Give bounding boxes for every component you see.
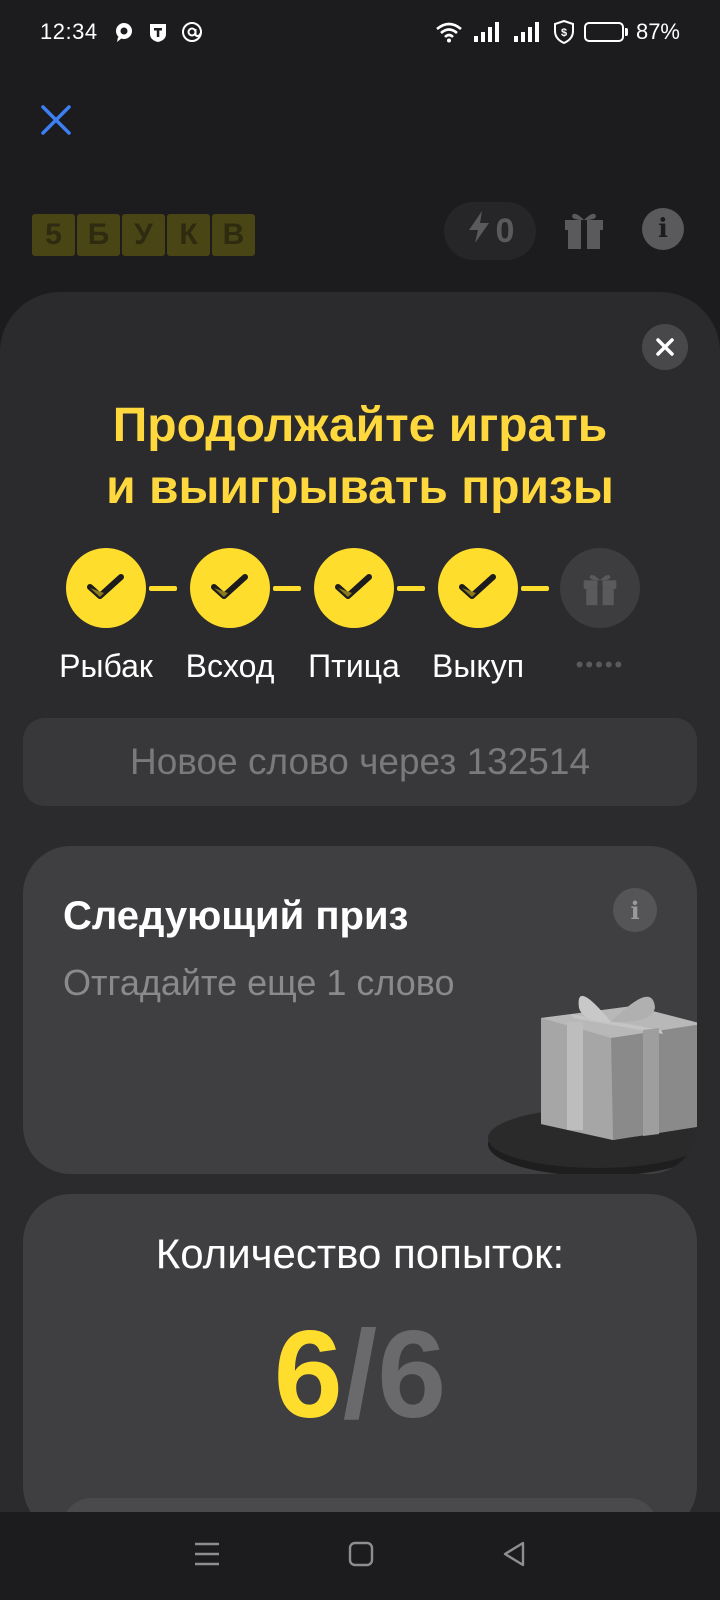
battery-icon xyxy=(583,22,628,42)
signal-icon xyxy=(472,20,504,44)
status-time: 12:34 xyxy=(40,19,98,44)
logo-letter-tile: К xyxy=(167,214,210,256)
step-completed xyxy=(438,548,518,628)
step-connector xyxy=(273,586,301,591)
sheet-title-line2: и выигрывать призы xyxy=(106,461,614,514)
info-icon[interactable]: i xyxy=(613,888,657,932)
attempts-value: 6/6 xyxy=(23,1304,697,1446)
vpn-shield-icon: $ xyxy=(552,20,576,44)
back-icon[interactable] xyxy=(501,1540,527,1573)
app-logo: 5БУКВ xyxy=(32,214,255,256)
step-completed xyxy=(66,548,146,628)
checkmark-icon xyxy=(459,574,496,599)
chat-bubble-icon xyxy=(112,20,136,44)
step-connector xyxy=(149,586,177,591)
battery-percent: 87% xyxy=(635,19,680,44)
attempts-card: Количество попыток: 6/6 xyxy=(23,1194,697,1534)
step-label: Всход xyxy=(185,648,275,684)
step-completed xyxy=(314,548,394,628)
attempts-separator: / xyxy=(342,1306,378,1444)
timer-text: Новое слово через 132514 xyxy=(129,741,591,782)
checkmark-icon xyxy=(87,574,124,599)
word-progress: Рыбак Всход Птица Выкуп ••••• xyxy=(0,548,720,688)
energy-count: 0 xyxy=(495,211,515,250)
system-nav-bar xyxy=(0,1512,720,1600)
close-icon[interactable] xyxy=(36,100,76,140)
logo-letter-tile: Б xyxy=(77,214,120,256)
logo-letter-tile: В xyxy=(212,214,255,256)
home-icon[interactable] xyxy=(348,1541,374,1572)
sheet-title: Продолжайте играть и выигрывать призы xyxy=(0,395,720,519)
sheet-close-button[interactable] xyxy=(642,324,688,370)
tinkoff-t-icon xyxy=(146,20,170,44)
step-prize xyxy=(560,548,640,628)
energy-counter[interactable]: 0 xyxy=(444,202,536,260)
next-prize-subtitle: Отгадайте еще 1 слово xyxy=(63,962,455,1003)
gift-box-image xyxy=(483,958,697,1174)
signal-icon xyxy=(512,20,544,44)
next-prize-title: Следующий приз xyxy=(63,894,409,938)
close-icon xyxy=(656,338,674,356)
new-word-timer: Новое слово через 132514 xyxy=(23,718,697,806)
menu-icon[interactable] xyxy=(193,1541,221,1572)
logo-letter-tile: У xyxy=(122,214,165,256)
status-bar: 12:34 $ 87% xyxy=(0,0,720,64)
wifi-icon xyxy=(434,20,464,44)
gift-icon[interactable] xyxy=(562,208,606,255)
step-connector xyxy=(397,586,425,591)
step-completed xyxy=(190,548,270,628)
at-sign-icon xyxy=(180,20,204,44)
gift-icon xyxy=(583,574,617,606)
lightning-icon xyxy=(466,210,492,253)
attempts-total: 6 xyxy=(377,1306,447,1444)
info-icon[interactable]: i xyxy=(642,208,684,250)
attempts-label: Количество попыток: xyxy=(155,1230,565,1277)
next-prize-card: Следующий приз Отгадайте еще 1 слово i xyxy=(23,846,697,1174)
checkmark-icon xyxy=(211,574,248,599)
step-label: ••••• xyxy=(575,652,625,677)
step-connector xyxy=(521,586,549,591)
checkmark-icon xyxy=(335,574,372,599)
svg-text:$: $ xyxy=(561,27,567,39)
sheet-title-line1: Продолжайте играть xyxy=(112,399,608,452)
attempts-used: 6 xyxy=(273,1306,343,1444)
logo-letter-tile: 5 xyxy=(32,214,75,256)
step-label: Рыбак xyxy=(59,648,153,684)
step-label: Выкуп xyxy=(431,648,525,684)
step-label: Птица xyxy=(308,648,400,684)
